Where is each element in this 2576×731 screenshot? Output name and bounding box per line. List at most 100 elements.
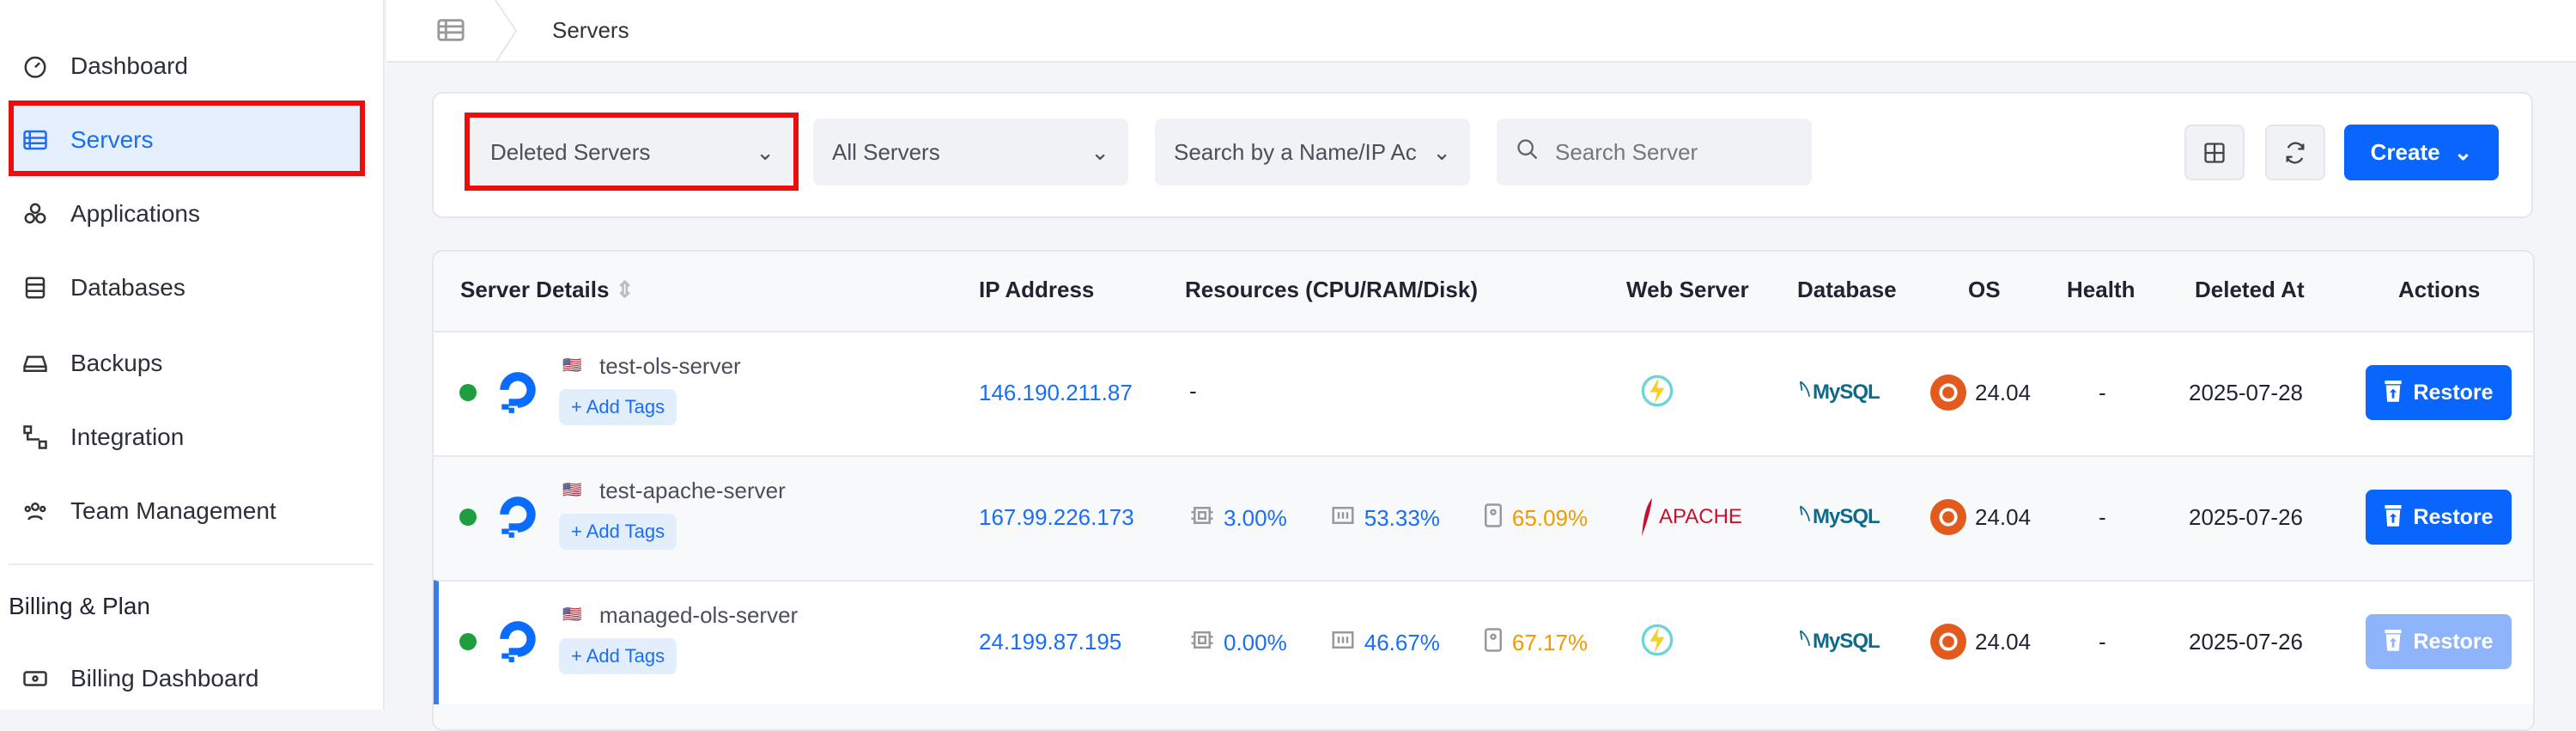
database-name: MySQL [1813, 504, 1880, 528]
disk-usage: 67.17% [1483, 627, 1588, 659]
sidebar-item-billing-dashboard[interactable]: Billing Dashboard [21, 657, 258, 700]
status-select[interactable]: Deleted Servers ⌄ [471, 119, 793, 186]
sidebar-item-dashboard[interactable]: Dashboard [21, 45, 188, 88]
refresh-icon [2286, 141, 2305, 164]
ram-usage: 53.33% [1330, 503, 1440, 534]
sidebar-item-applications[interactable]: Applications [21, 192, 200, 235]
apps-icon [21, 199, 50, 228]
os: 24.04 [1930, 499, 2031, 535]
header-health: Health [2067, 277, 2136, 302]
ubuntu-icon [1930, 499, 1966, 535]
add-tags-button[interactable]: + Add Tags [559, 638, 677, 674]
mysql-logo: MySQL [1799, 629, 1880, 654]
server-icon [21, 125, 50, 155]
deleted-at: 2025-07-26 [2189, 504, 2303, 530]
sidebar-item-integration[interactable]: Integration [21, 416, 184, 459]
scope-select[interactable]: All Servers ⌄ [813, 119, 1128, 186]
ip-address[interactable]: 146.190.211.87 [979, 380, 1133, 406]
add-tags-button[interactable]: + Add Tags [559, 389, 677, 425]
database-name: MySQL [1813, 629, 1880, 653]
chevron-down-icon: ⌄ [756, 138, 775, 165]
ram-usage: 46.67% [1330, 627, 1440, 659]
resources: 0.00% 46.67% 67.17% [1189, 627, 1622, 659]
mysql-logo: MySQL [1799, 380, 1880, 405]
status-online-dot [459, 633, 477, 650]
cpu-usage: 0.00% [1189, 627, 1287, 659]
ip-address[interactable]: 24.199.87.195 [979, 629, 1121, 655]
trash-restore-icon [2384, 627, 2403, 657]
health: - [2099, 629, 2106, 655]
status-online-dot [459, 509, 477, 526]
integration-icon [21, 423, 50, 452]
chevron-down-icon: ⌄ [1091, 138, 1109, 165]
disk-usage: 65.09% [1483, 503, 1588, 534]
restore-button[interactable]: Restore [2366, 490, 2512, 545]
sidebar-item-databases[interactable]: Databases [21, 266, 185, 309]
trash-restore-icon [2384, 503, 2403, 533]
team-icon [21, 496, 50, 526]
grid-view-button[interactable] [2184, 125, 2245, 180]
ubuntu-icon [1930, 375, 1966, 411]
os: 24.04 [1930, 624, 2031, 660]
search-input[interactable]: Search Server [1497, 119, 1812, 186]
resources-empty: - [1189, 378, 1197, 404]
health: - [2099, 380, 2106, 405]
web-server: APACHE [1640, 498, 1742, 536]
resources: 3.00% 53.33% 65.09% [1189, 503, 1622, 534]
us-flag-icon: 🇺🇸 [562, 481, 582, 498]
sidebar: Dashboard Servers Applications Databases… [0, 0, 385, 710]
database-name: MySQL [1813, 380, 1880, 404]
litespeed-icon [1640, 374, 1674, 414]
deleted-at: 2025-07-28 [2189, 380, 2303, 405]
create-button[interactable]: Create ⌄ [2344, 125, 2499, 180]
ip-address[interactable]: 167.99.226.173 [979, 504, 1134, 531]
add-tags-button[interactable]: + Add Tags [559, 514, 677, 550]
resources: - [1189, 378, 1197, 405]
mysql-dolphin-icon [1799, 504, 1811, 529]
search-by-select[interactable]: Search by a Name/IP Ac ⌄ [1155, 119, 1470, 186]
header-deleted-at: Deleted At [2195, 277, 2305, 302]
grid-icon [2204, 142, 2225, 163]
sidebar-item-team-management[interactable]: Team Management [21, 490, 276, 533]
restore-button[interactable]: Restore [2366, 614, 2512, 669]
header-ip: IP Address [979, 277, 1095, 302]
mysql-logo: MySQL [1799, 504, 1880, 529]
digitalocean-icon [496, 493, 539, 544]
database-icon [21, 273, 50, 302]
status-online-dot [459, 384, 477, 401]
ram-icon [1330, 503, 1356, 534]
disk-icon [1483, 503, 1504, 534]
sidebar-divider [9, 563, 374, 565]
sort-icon: ⇕ [615, 277, 635, 302]
cpu-usage: 3.00% [1189, 503, 1287, 534]
cpu-icon [1189, 503, 1215, 534]
header-server-details[interactable]: Server Details ⇕ [460, 277, 634, 303]
trash-restore-icon [2384, 378, 2403, 408]
web-server [1640, 374, 1674, 414]
header-database: Database [1797, 277, 1897, 302]
server-name[interactable]: test-apache-server [599, 478, 786, 504]
billing-icon [21, 664, 50, 693]
chevron-down-icon: ⌄ [2453, 139, 2473, 165]
ram-icon [1330, 627, 1356, 659]
header-actions: Actions [2398, 277, 2481, 302]
server-name[interactable]: managed-ols-server [599, 602, 798, 629]
sidebar-item-backups[interactable]: Backups [21, 342, 162, 385]
search-icon [1516, 137, 1540, 168]
sidebar-item-servers[interactable]: Servers [21, 119, 153, 161]
mysql-dolphin-icon [1799, 629, 1811, 654]
refresh-button[interactable] [2265, 125, 2325, 180]
disk-icon [1483, 627, 1504, 659]
chevron-down-icon: ⌄ [1432, 138, 1451, 165]
server-name[interactable]: test-ols-server [599, 353, 741, 380]
backup-icon [21, 349, 50, 378]
breadcrumb-separator-icon [494, 0, 519, 67]
ubuntu-icon [1930, 624, 1966, 660]
table-icon[interactable] [436, 17, 465, 47]
billing-section-title: Billing & Plan [9, 593, 150, 619]
health: - [2099, 504, 2106, 530]
header-os: OS [1968, 277, 2001, 302]
mysql-dolphin-icon [1799, 380, 1811, 405]
os: 24.04 [1930, 375, 2031, 411]
restore-button[interactable]: Restore [2366, 365, 2512, 420]
